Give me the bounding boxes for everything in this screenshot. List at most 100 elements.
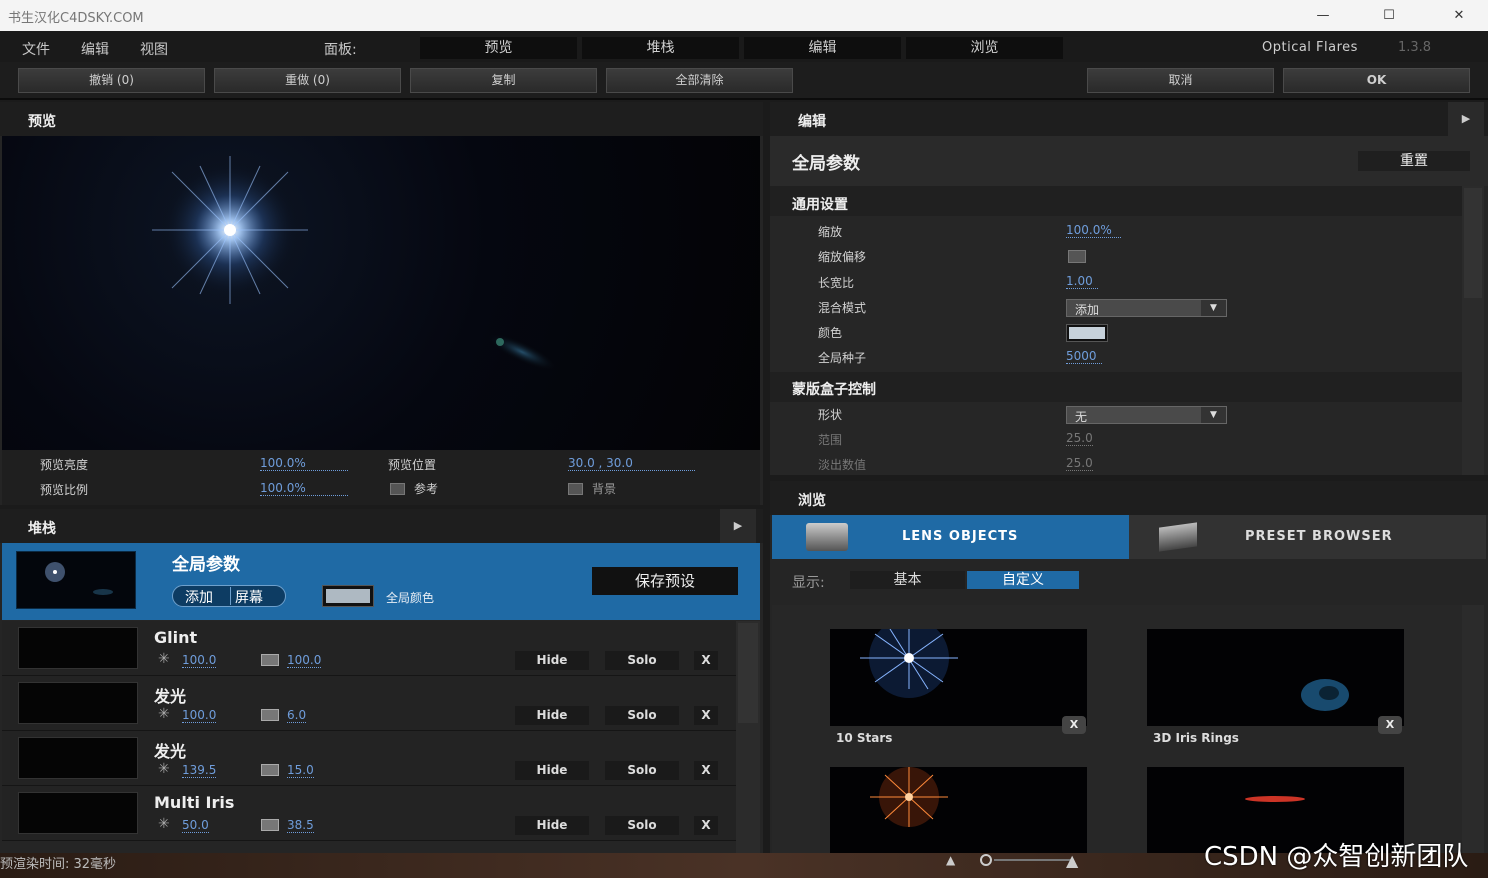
zoom-value[interactable]: 100.0% [1066,223,1121,238]
stack-list: Glint ✳ 100.0 100.0 Hide Solo X 发光 ✳ 100… [2,621,760,853]
cancel-button[interactable]: 取消 [1087,68,1274,93]
stack-row[interactable]: Glint ✳ 100.0 100.0 Hide Solo X [2,621,736,676]
blend-mode-label: 混合模式 [818,301,867,315]
preview-position-value[interactable]: 30.0 , 30.0 [568,456,695,471]
fade-value[interactable]: 25.0 [1066,456,1093,471]
delete-button[interactable]: X [694,761,718,780]
tab-preview[interactable]: 预览 [420,37,577,59]
global-title: 全局参数 [172,555,240,575]
stack-row-scale[interactable]: 15.0 [287,763,314,778]
remove-preset-icon[interactable]: X [1378,716,1402,734]
stack-row[interactable]: 发光 ✳ 139.5 15.0 Hide Solo X [2,731,736,786]
save-preset-button[interactable]: 保存预设 [592,567,738,595]
stack-row-scale[interactable]: 38.5 [287,818,314,833]
undo-button[interactable]: 撤销 (0) [18,68,205,93]
global-seed-value[interactable]: 5000 [1066,349,1102,364]
preview-scale-value[interactable]: 100.0% [260,481,348,496]
menu-view[interactable]: 视图 [140,39,168,59]
stack-row[interactable]: Multi Iris ✳ 50.0 38.5 Hide Solo X [2,786,736,841]
aspect-ratio-value[interactable]: 1.00 [1066,274,1098,289]
preset-10-stars[interactable] [830,629,1087,726]
toggle-divider [230,587,231,605]
redo-button[interactable]: 重做 (0) [214,68,401,93]
editor-panel: 编辑 ▶ 全局参数 重置 通用设置 缩放 100.0% 缩放偏移 长宽比 1.0… [770,102,1488,475]
global-color-swatch[interactable] [322,585,374,607]
delete-button[interactable]: X [694,706,718,725]
range-value[interactable]: 25.0 [1066,431,1093,446]
solo-button[interactable]: Solo [605,651,679,670]
preview-position-label: 预览位置 [388,458,437,472]
solo-button[interactable]: Solo [605,816,679,835]
preset-3d-iris-rings[interactable] [1147,629,1404,726]
filter-custom[interactable]: 自定义 [967,571,1079,589]
preset-orange-star[interactable] [830,767,1087,853]
editor-properties: 通用设置 缩放 100.0% 缩放偏移 长宽比 1.00 混合模式 添加 ▼ 颜… [770,186,1462,475]
stack-panel: 堆栈 ▶ 全局参数 添加 屏幕 全局颜色 保存预设 Glint ✳ 100.0 … [0,509,763,853]
clear-all-button[interactable]: 全部清除 [606,68,793,93]
scale-icon [261,819,279,831]
stack-scrollbar[interactable] [736,621,760,853]
blend-mode-select[interactable]: 添加 ▼ [1066,299,1227,317]
preview-brightness-value[interactable]: 100.0% [260,456,348,471]
close-icon[interactable]: ✕ [1436,0,1482,31]
scale-icon [261,709,279,721]
tab-preset-browser[interactable]: PRESET BROWSER [1129,515,1486,559]
stack-row-brightness[interactable]: 50.0 [182,818,209,833]
stack-row-brightness[interactable]: 139.5 [182,763,217,778]
shape-label: 形状 [818,408,843,422]
maximize-icon[interactable]: ☐ [1366,0,1412,31]
reference-checkbox[interactable] [390,483,405,495]
browser-header: 浏览 [770,481,1488,515]
color-swatch[interactable] [1066,324,1108,342]
zoom-out-icon[interactable]: ▲ [946,853,955,867]
hide-button[interactable]: Hide [515,761,589,780]
stack-row-scale[interactable]: 100.0 [287,653,322,668]
delete-button[interactable]: X [694,816,718,835]
preview-viewport[interactable] [2,136,760,450]
tab-browser[interactable]: 浏览 [906,37,1063,59]
menu-file[interactable]: 文件 [22,39,50,59]
hide-button[interactable]: Hide [515,706,589,725]
chevron-down-icon: ▼ [1201,407,1226,423]
preset-name: 3D Iris Rings [1153,731,1239,745]
solo-button[interactable]: Solo [605,706,679,725]
editor-expand-icon[interactable]: ▶ [1448,102,1484,136]
filter-basic[interactable]: 基本 [850,571,965,589]
shape-value: 无 [1075,410,1088,424]
hide-button[interactable]: Hide [515,651,589,670]
tab-stack[interactable]: 堆栈 [582,37,739,59]
preview-controls: 预览亮度 100.0% 预览位置 30.0 , 30.0 预览比例 100.0%… [2,450,760,505]
add-mode-label[interactable]: 添加 [185,587,213,607]
hide-button[interactable]: Hide [515,816,589,835]
solo-button[interactable]: Solo [605,761,679,780]
app-version: 1.3.8 [1398,40,1432,55]
ok-button[interactable]: OK [1283,68,1470,93]
reset-button[interactable]: 重置 [1358,151,1470,171]
stack-row-scale[interactable]: 6.0 [287,708,307,723]
stack-row-brightness[interactable]: 100.0 [182,708,217,723]
stack-row-thumbnail [18,737,138,779]
tab-editor[interactable]: 编辑 [744,37,901,59]
zoom-in-icon[interactable]: ▲ [1066,851,1078,870]
global-params-row[interactable]: 全局参数 添加 屏幕 全局颜色 保存预设 [2,543,760,620]
stack-row[interactable]: 发光 ✳ 100.0 6.0 Hide Solo X [2,676,736,731]
editor-scrollbar[interactable] [1462,186,1484,475]
stack-row-brightness[interactable]: 100.0 [182,653,217,668]
tab-lens-objects[interactable]: LENS OBJECTS [772,515,1129,559]
background-checkbox[interactable] [568,483,583,495]
delete-button[interactable]: X [694,651,718,670]
zoom-offset-checkbox[interactable] [1068,250,1086,263]
remove-preset-icon[interactable]: X [1062,716,1086,734]
zoom-slider-handle[interactable] [980,854,992,866]
minimize-icon[interactable]: — [1300,0,1346,31]
screen-mode-label[interactable]: 屏幕 [235,587,263,607]
copy-button[interactable]: 复制 [410,68,597,93]
zoom-slider-track[interactable] [994,859,1074,861]
browser-scrollbar[interactable] [1462,605,1484,853]
brightness-icon: ✳ [158,816,170,832]
stack-header: 堆栈 ▶ [0,509,763,543]
shape-select[interactable]: 无 ▼ [1066,406,1227,424]
menu-edit[interactable]: 编辑 [81,39,109,59]
blend-mode-toggle[interactable]: 添加 屏幕 [172,585,286,607]
stack-expand-icon[interactable]: ▶ [720,509,756,543]
